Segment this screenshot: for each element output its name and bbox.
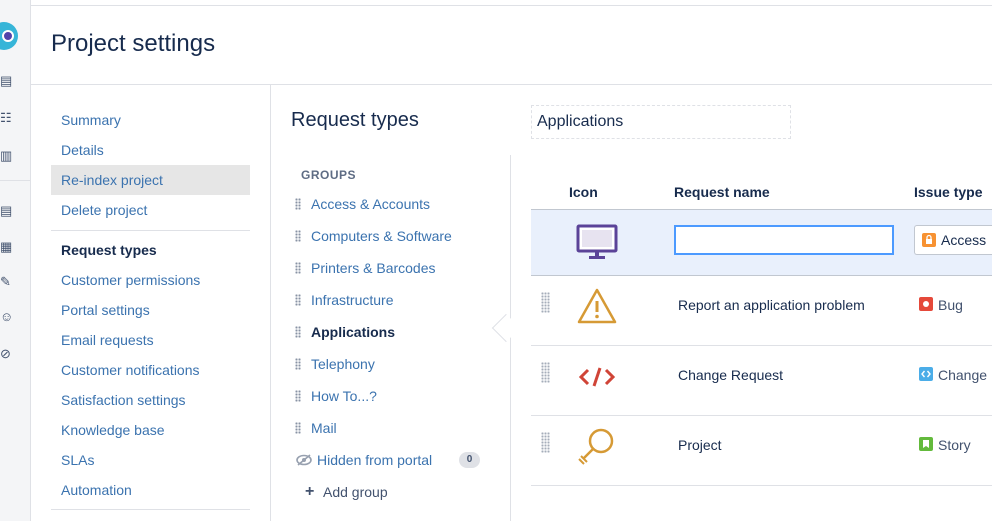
group-label: Applications [311, 324, 396, 340]
drag-handle-icon[interactable] [295, 230, 301, 242]
group-item[interactable]: Infrastructure [294, 284, 494, 316]
request-name[interactable]: Report an application problem [678, 276, 865, 334]
drag-handle-icon[interactable] [295, 422, 301, 434]
drag-handle-icon[interactable] [295, 358, 301, 370]
section-title: Request types [291, 109, 419, 131]
group-item[interactable]: Access & Accounts [294, 188, 494, 220]
drag-handle-icon[interactable] [541, 292, 550, 313]
column-header-icon: Icon [569, 184, 598, 200]
queues-icon[interactable]: ▤ [0, 74, 14, 88]
nav-item-knowledge-base[interactable]: Knowledge base [51, 415, 250, 445]
group-item[interactable]: Mail [294, 412, 494, 444]
hidden-count-badge: 0 [459, 452, 480, 468]
settings-nav: Summary Details Re-index project Delete … [51, 105, 250, 514]
nav-item-details[interactable]: Details [51, 135, 250, 165]
drag-handle-icon[interactable] [541, 362, 550, 383]
nav-item-slas[interactable]: SLAs [51, 445, 250, 475]
issue-type: Change [938, 367, 988, 383]
nav-item-summary[interactable]: Summary [51, 105, 250, 135]
groups-header: GROUPS [301, 168, 357, 182]
edit-icon[interactable]: ✎ [0, 275, 14, 289]
group-item[interactable]: Telephony [294, 348, 494, 380]
nav-divider [51, 509, 250, 510]
group-label: Computers & Software [311, 228, 452, 244]
active-group-pointer [491, 313, 521, 343]
group-item-active[interactable]: Applications [294, 316, 494, 348]
issue-type: Bug [938, 297, 963, 313]
app-logo-icon[interactable] [0, 22, 18, 50]
group-label: Printers & Barcodes [311, 260, 436, 276]
group-label: How To...? [311, 388, 377, 404]
table-row: Project Story [531, 416, 992, 486]
issue-type: Story [938, 437, 971, 453]
table-row: Report an application problem Bug [531, 276, 992, 346]
issue-type-select[interactable]: Access [914, 225, 992, 255]
column-header-request-name: Request name [674, 184, 770, 200]
story-issue-icon [919, 437, 933, 451]
group-label: Mail [311, 420, 337, 436]
top-bar [31, 0, 992, 6]
group-label: Access & Accounts [311, 196, 431, 212]
compass-icon[interactable]: ⊘ [0, 347, 14, 361]
monitor-icon[interactable] [576, 223, 618, 263]
new-request-type-row: Access [531, 210, 992, 276]
group-label: Telephony [311, 356, 375, 372]
nav-item-request-types[interactable]: Request types [51, 235, 250, 265]
issue-type-value: Access [941, 232, 987, 248]
nav-divider [51, 230, 250, 231]
sidebar-divider [0, 180, 31, 181]
reports-icon[interactable]: ▥ [0, 149, 14, 163]
group-name-editable[interactable]: Applications [531, 105, 791, 139]
group-label: Hidden from portal [317, 452, 433, 468]
add-user-icon[interactable]: ☺ [0, 310, 14, 324]
nav-item-satisfaction-settings[interactable]: Satisfaction settings [51, 385, 250, 415]
nav-item-reindex-project[interactable]: Re-index project [51, 165, 250, 195]
drag-handle-icon[interactable] [295, 294, 301, 306]
drag-handle-icon[interactable] [295, 262, 301, 274]
nav-item-portal-settings[interactable]: Portal settings [51, 295, 250, 325]
header-divider [31, 84, 992, 85]
group-item[interactable]: Computers & Software [294, 220, 494, 252]
groups-list: Access & Accounts Computers & Software P… [294, 188, 494, 508]
add-group-label: Add group [323, 484, 388, 500]
group-label: Infrastructure [311, 292, 394, 308]
plus-icon: + [305, 483, 315, 500]
knowledge-icon[interactable]: ▤ [0, 204, 14, 218]
request-name[interactable]: Change Request [678, 346, 783, 404]
access-issue-icon [922, 233, 936, 247]
nav-item-delete-project[interactable]: Delete project [51, 195, 250, 225]
code-icon[interactable] [576, 356, 618, 396]
nav-item-email-requests[interactable]: Email requests [51, 325, 250, 355]
pages-icon[interactable]: ▦ [0, 240, 14, 254]
nav-item-customer-permissions[interactable]: Customer permissions [51, 265, 250, 295]
lightbulb-icon[interactable] [576, 426, 618, 466]
group-item[interactable]: Printers & Barcodes [294, 252, 494, 284]
drag-handle-icon[interactable] [295, 198, 301, 210]
column-header-issue-type: Issue type [914, 184, 983, 200]
group-item[interactable]: How To...? [294, 380, 494, 412]
global-sidebar: ▤ ☷ ▥ ▤ ▦ ✎ ☺ ⊘ [0, 0, 31, 521]
nav-item-customer-notifications[interactable]: Customer notifications [51, 355, 250, 385]
warning-icon[interactable] [576, 286, 618, 326]
add-group-button[interactable]: + Add group [294, 476, 494, 508]
table-row: Change Request Change [531, 346, 992, 416]
bug-issue-icon [919, 297, 933, 311]
nav-item-automation[interactable]: Automation [51, 475, 250, 505]
request-name-input[interactable] [674, 225, 894, 255]
page-title: Project settings [51, 30, 216, 57]
column-divider [270, 85, 271, 521]
request-name[interactable]: Project [678, 416, 722, 474]
change-issue-icon [919, 367, 933, 381]
group-item-hidden-from-portal[interactable]: Hidden from portal 0 [294, 444, 494, 476]
drag-handle-icon[interactable] [295, 326, 301, 338]
drag-handle-icon[interactable] [295, 390, 301, 402]
customers-icon[interactable]: ☷ [0, 111, 14, 125]
drag-handle-icon[interactable] [541, 432, 550, 453]
